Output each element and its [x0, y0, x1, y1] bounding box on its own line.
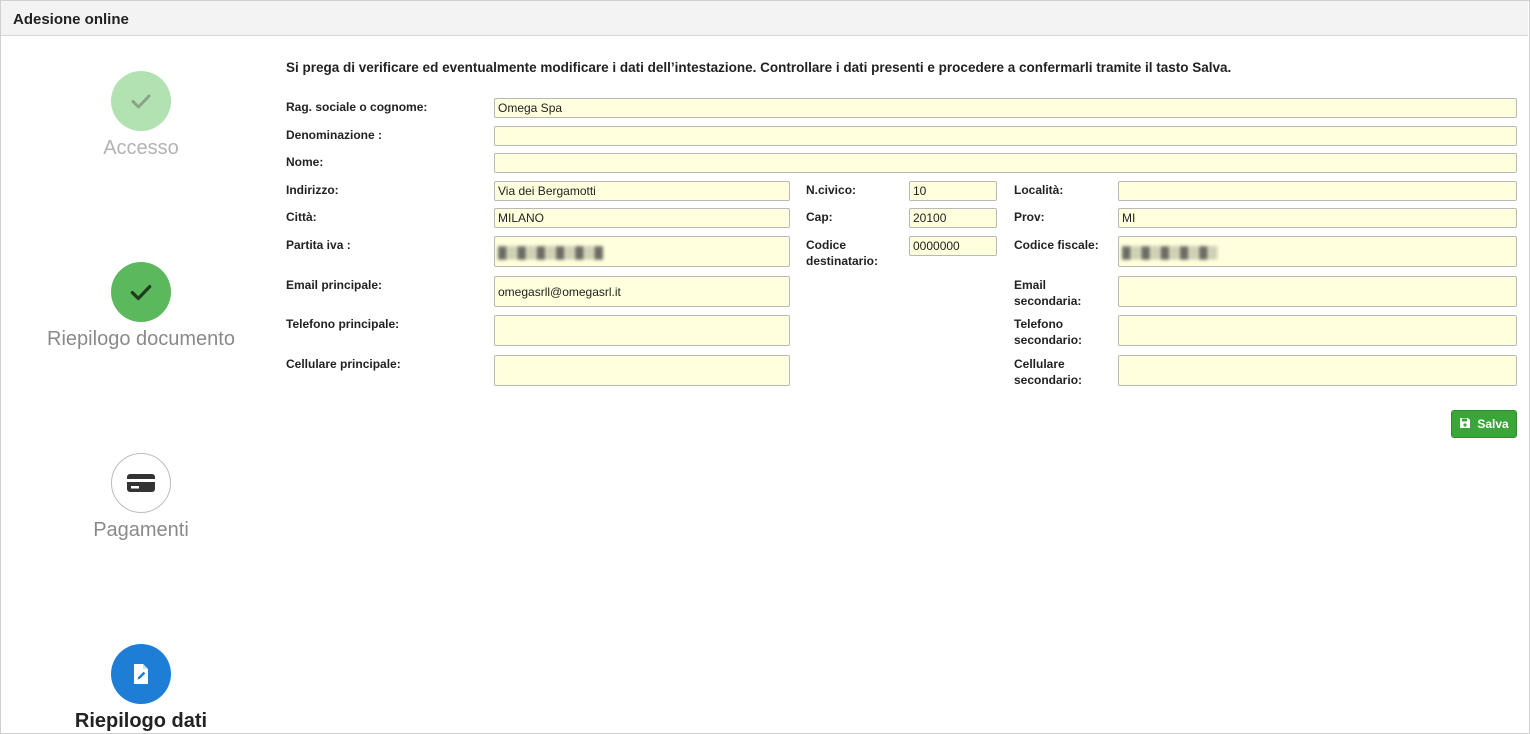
prov-label: Prov:	[1014, 210, 1045, 224]
codice-fiscale-input[interactable]: ▓▒▓▒▓▒▓▒▓▒	[1118, 236, 1517, 267]
indirizzo-label: Indirizzo:	[286, 183, 339, 197]
telefono-principale-input[interactable]	[494, 315, 790, 346]
ncivico-label: N.civico:	[806, 183, 857, 197]
localita-input[interactable]	[1118, 181, 1517, 201]
step-riepilogo-dati-circle	[111, 644, 171, 704]
rag-sociale-label: Rag. sociale o cognome:	[286, 100, 428, 114]
step-pagamenti-label: Pagamenti	[93, 519, 189, 541]
indirizzo-input[interactable]: Via dei Bergamotti	[494, 181, 790, 201]
rag-sociale-input[interactable]: Omega Spa	[494, 98, 1517, 118]
panel-header: Adesione online	[1, 1, 1528, 36]
step-riepilogo-dati-label: Riepilogo dati	[74, 710, 208, 732]
cap-label: Cap:	[806, 210, 833, 224]
denominazione-input[interactable]	[494, 126, 1517, 146]
codice-destinatario-input[interactable]: 0000000	[909, 236, 997, 256]
email-secondaria-label: Email secondaria:	[1014, 278, 1082, 308]
redacted-value: ▓▒▓▒▓▒▓▒▓▒	[1122, 244, 1219, 259]
cellulare-principale-label: Cellulare principale:	[286, 357, 401, 371]
telefono-secondario-input[interactable]	[1118, 315, 1517, 346]
step-pagamenti-circle	[111, 453, 171, 513]
partita-iva-input[interactable]: ▓▒▓▒▓▒▓▒▓▒▓	[494, 236, 790, 267]
step-accesso[interactable]: Accesso	[20, 71, 262, 160]
cap-input[interactable]: 20100	[909, 208, 997, 228]
email-principale-label: Email principale:	[286, 278, 383, 292]
prov-input[interactable]: MI	[1118, 208, 1517, 228]
citta-label: Città:	[286, 210, 317, 224]
telefono-secondario-label: Telefono secondario:	[1014, 317, 1083, 347]
step-pagamenti[interactable]: Pagamenti	[20, 453, 262, 542]
step-riepilogo-documento-label: Riepilogo documento	[47, 328, 235, 350]
step-riepilogo-documento[interactable]: Riepilogo documento	[20, 262, 262, 351]
denominazione-label: Denominazione :	[286, 128, 383, 142]
localita-label: Località:	[1014, 183, 1064, 197]
step-accesso-circle	[111, 71, 171, 131]
nome-input[interactable]	[494, 153, 1517, 173]
telefono-principale-label: Telefono principale:	[286, 317, 400, 331]
nome-label: Nome:	[286, 155, 324, 169]
step-accesso-label: Accesso	[103, 137, 179, 159]
codice-fiscale-label: Codice fiscale:	[1014, 238, 1099, 252]
form-instructions: Si prega di verificare ed eventualmente …	[286, 60, 1232, 75]
email-principale-input[interactable]: omegasrll@omegasrl.it	[494, 276, 790, 307]
cellulare-secondario-label: Cellulare secondario:	[1014, 357, 1083, 387]
cellulare-principale-input[interactable]	[494, 355, 790, 386]
step-riepilogo-dati[interactable]: Riepilogo dati	[20, 644, 262, 733]
redacted-value: ▓▒▓▒▓▒▓▒▓▒▓	[498, 244, 604, 259]
step-riepilogo-documento-circle	[111, 262, 171, 322]
save-button-label: Salva	[1477, 417, 1509, 431]
ncivico-input[interactable]: 10	[909, 181, 997, 201]
partita-iva-label: Partita iva :	[286, 238, 351, 252]
save-button[interactable]: Salva	[1451, 410, 1517, 438]
email-secondaria-input[interactable]	[1118, 276, 1517, 307]
citta-input[interactable]: MILANO	[494, 208, 790, 228]
codice-destinatario-label: Codice destinatario:	[806, 238, 879, 268]
cellulare-secondario-input[interactable]	[1118, 355, 1517, 386]
panel-title: Adesione online	[13, 11, 129, 28]
floppy-disk-icon	[1459, 417, 1471, 432]
